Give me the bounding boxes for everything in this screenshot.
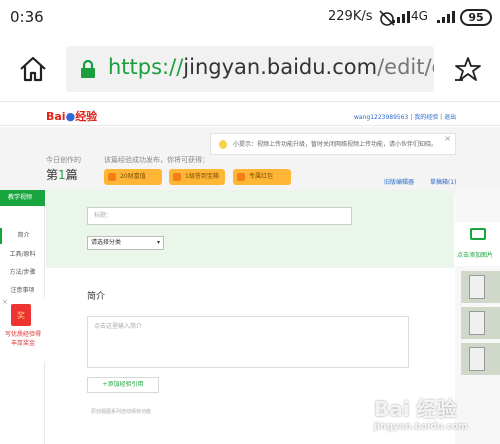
made-label: 今日创作的 bbox=[46, 156, 81, 164]
username-link[interactable]: wang1223989563 bbox=[354, 114, 408, 121]
image-thumbnail[interactable] bbox=[461, 343, 500, 375]
reward-chip-chest: 1级答到宝箱 bbox=[169, 169, 225, 185]
site-header: Bai●经验 wang1223989563 | 我的经验 | 退出 bbox=[0, 103, 500, 126]
url-path: /edit/co bbox=[377, 55, 434, 79]
autosave-note: 原创视图系列自动保存功能 bbox=[91, 409, 152, 415]
title-section bbox=[46, 190, 454, 268]
nav-item-tools[interactable]: 工具/原料 bbox=[0, 247, 45, 263]
paw-icon: ● bbox=[65, 110, 76, 123]
browser-toolbar: https://jingyan.baidu.com/edit/co bbox=[0, 36, 500, 102]
made-number: 1 bbox=[58, 168, 66, 182]
title-input[interactable]: 标题： bbox=[87, 207, 352, 225]
watermark: Bai 经验 jingyan.baidu.com bbox=[374, 393, 468, 432]
logo-text: Bai bbox=[46, 110, 66, 123]
red-packet-icon bbox=[237, 173, 245, 181]
promo-text: 写优质经验得丰厚奖金 bbox=[4, 331, 41, 347]
signal-icon bbox=[392, 11, 410, 23]
nav-item-notes[interactable]: 注意事项 bbox=[0, 283, 45, 299]
chevron-down-icon: ▾ bbox=[156, 239, 160, 246]
old-editor-link[interactable]: 旧版编辑器 bbox=[384, 179, 414, 186]
network-speed: 229K/s bbox=[328, 9, 373, 24]
category-select[interactable]: 请选择分类 ▾ bbox=[87, 236, 164, 250]
made-suffix: 篇 bbox=[65, 168, 78, 182]
intro-textarea[interactable]: 点击这里输入简介 bbox=[87, 316, 409, 368]
add-image-button[interactable]: 点击添加图片 bbox=[455, 222, 500, 266]
nav-item-intro[interactable]: 简介 bbox=[0, 228, 45, 244]
lightbulb-icon bbox=[219, 140, 227, 149]
address-bar[interactable]: https://jingyan.baidu.com/edit/co bbox=[66, 46, 434, 92]
reward-label: 该篇经验成功发布，你将可获得： bbox=[104, 156, 209, 164]
close-icon[interactable]: × bbox=[444, 134, 451, 150]
made-count: 第1篇 bbox=[46, 166, 78, 183]
bookmark-star-icon[interactable] bbox=[454, 56, 482, 82]
made-prefix: 第 bbox=[46, 168, 59, 182]
reward-text: 20财富值 bbox=[120, 173, 146, 180]
tip-banner: 小提示：视频上传功能升级，暂时关闭网络视频上传功能，请小伙伴们知晓。 × bbox=[210, 133, 456, 155]
chest-icon bbox=[173, 173, 181, 181]
image-thumbnail[interactable] bbox=[461, 271, 500, 303]
url-text: https://jingyan.baidu.com/edit/co bbox=[108, 55, 434, 79]
home-icon[interactable] bbox=[18, 55, 48, 83]
intro-heading: 简介 bbox=[87, 292, 106, 302]
baidu-logo[interactable]: Bai●经验 bbox=[46, 108, 97, 124]
watermark-domain: jingyan.baidu.com bbox=[374, 422, 468, 432]
nav-item-steps[interactable]: 方法/步骤 bbox=[0, 265, 45, 281]
logout-link[interactable]: 退出 bbox=[444, 114, 456, 121]
reward-text: 1级答到宝箱 bbox=[185, 173, 219, 180]
tip-text: 小提示：视频上传功能升级，暂时关闭网络视频上传功能，请小伙伴们知晓。 bbox=[233, 141, 438, 148]
add-image-label: 点击添加图片 bbox=[457, 252, 494, 259]
editor-links: 旧版编辑器 草稿箱(1) bbox=[384, 177, 456, 186]
web-page: Bai●经验 wang1223989563 | 我的经验 | 退出 今日创作的 … bbox=[0, 103, 500, 444]
left-nav: 教学视频 简介 工具/原料 方法/步骤 注意事项 × 奖 写优质经验得丰厚奖金 bbox=[0, 190, 45, 444]
lock-icon bbox=[81, 60, 95, 78]
add-reference-button[interactable]: +添加经验引用 bbox=[87, 377, 159, 393]
category-value: 请选择分类 bbox=[91, 239, 122, 246]
drafts-link[interactable]: 草稿箱(1) bbox=[430, 179, 457, 186]
logo-suffix: 经验 bbox=[75, 110, 98, 123]
url-scheme: https:// bbox=[108, 55, 184, 79]
image-add-icon bbox=[470, 228, 486, 240]
coin-icon bbox=[108, 173, 116, 181]
url-host: jingyan.baidu.com bbox=[183, 55, 378, 79]
battery-icon: 95 bbox=[460, 9, 492, 26]
red-envelope-icon: 奖 bbox=[11, 304, 31, 326]
status-time: 0:36 bbox=[10, 8, 44, 26]
my-jingyan-link[interactable]: 我的经验 bbox=[414, 114, 438, 121]
status-bar: 0:36 229K/s 4G 95 bbox=[0, 0, 500, 36]
watermark-brand: Bai 经验 bbox=[374, 397, 457, 421]
reward-text: 专属红包 bbox=[249, 173, 274, 180]
bonus-promo[interactable]: × 奖 写优质经验得丰厚奖金 bbox=[0, 298, 45, 362]
teaching-video-tab[interactable]: 教学视频 bbox=[0, 190, 45, 206]
reward-chip-wealth: 20财富值 bbox=[104, 169, 162, 185]
network-type: 4G bbox=[411, 9, 428, 23]
user-links: wang1223989563 | 我的经验 | 退出 bbox=[354, 114, 457, 121]
image-thumbnail[interactable] bbox=[461, 307, 500, 339]
reward-chip-redpacket: 专属红包 bbox=[233, 169, 291, 185]
close-icon[interactable]: × bbox=[2, 298, 8, 306]
signal-icon bbox=[437, 11, 455, 23]
